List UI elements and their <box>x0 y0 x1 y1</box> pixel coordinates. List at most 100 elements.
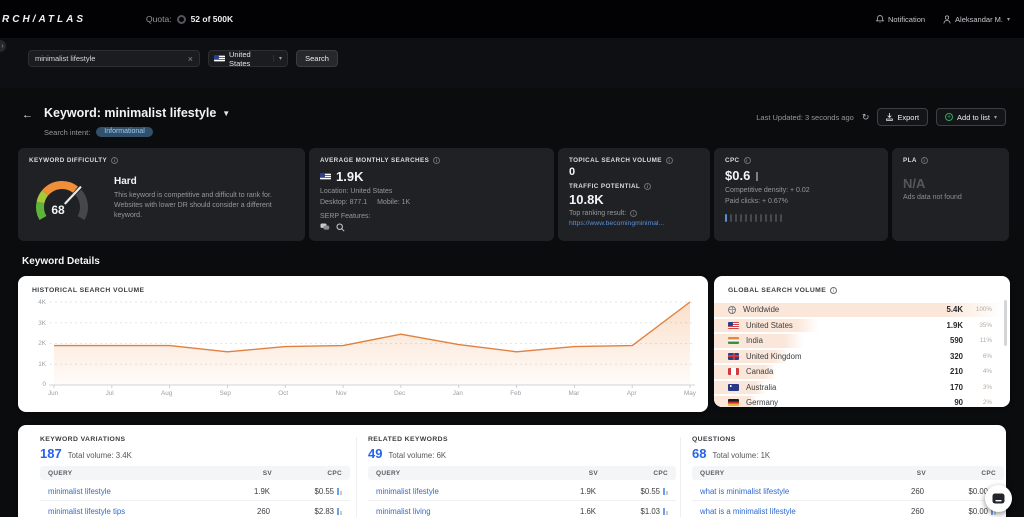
info-icon[interactable]: i <box>433 157 440 164</box>
table-row[interactable]: minimalist living 1.6K $1.03 <box>368 502 676 517</box>
country-row-germany[interactable]: Germany 90 2% <box>714 395 1002 407</box>
info-icon[interactable]: i <box>630 210 637 217</box>
searches-location: Location: United States <box>320 188 543 195</box>
sv-value: 1.9K <box>526 487 596 496</box>
col-cpc: CPC <box>272 470 342 477</box>
add-to-list-button[interactable]: + Add to list ▾ <box>936 108 1006 126</box>
sv-value: 260 <box>854 487 924 496</box>
sv-value: 1.6K <box>526 507 596 516</box>
table-row[interactable]: minimalist lifestyle 1.9K $0.55 <box>368 482 676 501</box>
table-row[interactable]: minimalist lifestyle tips 260 $2.83 <box>40 502 350 517</box>
section-total: Total volume: 6K <box>388 451 446 460</box>
competitive-density: Competitive density: + 0.02 <box>725 187 877 194</box>
info-icon[interactable]: i <box>744 157 751 164</box>
notification-label: Notification <box>888 15 925 24</box>
country-row-canada[interactable]: Canada 210 4% <box>714 364 1002 380</box>
keyword-difficulty-card: KEYWORD DIFFICULTYi 68 Hard This keyword… <box>18 148 305 241</box>
chat-bubbles-icon[interactable] <box>320 223 330 231</box>
cpc-bar-icon <box>663 508 668 515</box>
clear-search-icon[interactable]: × <box>188 54 193 64</box>
cpc-marker-bar <box>756 172 758 181</box>
export-button[interactable]: Export <box>877 108 928 126</box>
table-row[interactable]: what is a minimalist lifestyle 260 $0.00 <box>692 502 1004 517</box>
search-input[interactable]: minimalist lifestyle × <box>28 50 200 67</box>
global-volume-title: GLOBAL SEARCH VOLUME <box>728 287 826 294</box>
info-icon[interactable]: i <box>921 157 928 164</box>
section-count: 68 <box>692 446 706 461</box>
section-count: 49 <box>368 446 382 461</box>
country-name: Germany <box>746 398 947 407</box>
query-link[interactable]: what is a minimalist lifestyle <box>700 507 796 516</box>
country-name: Worldwide <box>743 305 940 314</box>
country-percent: 100% <box>970 306 992 313</box>
search-query-text: minimalist lifestyle <box>35 54 95 63</box>
country-name: Australia <box>746 383 943 392</box>
col-cpc: CPC <box>598 470 668 477</box>
topical-title: TOPICAL SEARCH VOLUME <box>569 157 662 164</box>
country-row-india[interactable]: India 590 11% <box>714 333 1002 349</box>
col-cpc: CPC <box>926 470 996 477</box>
info-icon[interactable]: i <box>666 157 673 164</box>
difficulty-description: This keyword is competitive and difficul… <box>114 191 286 220</box>
cpc-distribution-bars <box>725 214 877 222</box>
table-row[interactable]: minimalist lifestyle 1.9K $0.55 <box>40 482 350 501</box>
top-bar: RCH/ATLAS Quota: 52 of 500K Notification… <box>0 0 1024 38</box>
serp-features-label: SERP Features: <box>320 213 543 220</box>
scrollbar[interactable] <box>1004 300 1007 346</box>
y-tick: 3K <box>26 320 46 327</box>
desktop-split: Desktop: 877.1 <box>320 199 367 206</box>
country-list: Worldwide 5.4K 100% United States 1.9K 3… <box>714 302 1002 407</box>
pla-note: Ads data not found <box>903 194 998 201</box>
country-row-worldwide[interactable]: Worldwide 5.4K 100% <box>714 302 1002 318</box>
country-select[interactable]: United States ▾ <box>208 50 288 67</box>
canada-flag-icon <box>728 368 739 375</box>
cpc-bar-icon <box>663 488 668 495</box>
search-feature-icon[interactable] <box>336 223 345 232</box>
cpc-value: $1.03 <box>640 507 660 516</box>
sidebar-collapse-handle[interactable]: › <box>0 40 6 52</box>
chevron-down-icon: ▾ <box>994 114 997 121</box>
user-name: Aleksandar M. <box>955 15 1003 24</box>
info-icon[interactable]: i <box>644 183 651 190</box>
app-logo[interactable]: RCH/ATLAS <box>2 14 86 25</box>
us-flag-icon <box>320 173 331 180</box>
refresh-icon[interactable]: ↻ <box>862 112 870 123</box>
global-volume-card: GLOBAL SEARCH VOLUME i Worldwide 5.4K 100… <box>714 276 1010 407</box>
keyword-title[interactable]: Keyword: minimalist lifestyle ▼ <box>44 106 230 120</box>
historical-chart-svg <box>48 298 696 394</box>
info-icon[interactable]: i <box>830 287 837 294</box>
query-link[interactable]: minimalist lifestyle <box>376 487 439 496</box>
back-arrow-icon[interactable]: ← <box>22 109 33 121</box>
info-icon[interactable]: i <box>111 157 118 164</box>
table-row[interactable]: what is minimalist lifestyle 260 $0.00 <box>692 482 1004 501</box>
section-count: 187 <box>40 446 62 461</box>
query-link[interactable]: minimalist living <box>376 507 431 516</box>
query-link[interactable]: minimalist lifestyle <box>48 487 111 496</box>
x-axis-labels: Jun Jul Aug Sep Oct Nov Dec Jan Feb Mar … <box>48 390 696 397</box>
user-menu[interactable]: Aleksandar M. ▾ <box>943 15 1010 24</box>
top-ranking-link[interactable]: https://www.becomingminimal... <box>569 220 699 227</box>
sv-value: 260 <box>200 507 270 516</box>
top-ranking-label: Top ranking result: <box>569 210 626 217</box>
country-row-australia[interactable]: Australia 170 3% <box>714 380 1002 396</box>
country-row-us[interactable]: United States 1.9K 35% <box>714 318 1002 334</box>
query-link[interactable]: what is minimalist lifestyle <box>700 487 789 496</box>
keyword-variations-section: KEYWORD VARIATIONS 187 Total volume: 3.4… <box>40 425 350 517</box>
export-label: Export <box>897 113 919 122</box>
country-percent: 2% <box>970 399 992 406</box>
bell-icon <box>876 15 884 24</box>
query-link[interactable]: minimalist lifestyle tips <box>48 507 125 516</box>
notification-button[interactable]: Notification <box>876 15 925 24</box>
month-label: Apr <box>627 390 637 397</box>
australia-flag-icon <box>728 384 739 391</box>
country-percent: 4% <box>970 368 992 375</box>
us-flag-icon <box>214 55 225 62</box>
country-row-uk[interactable]: United Kingdom 320 6% <box>714 349 1002 365</box>
avg-monthly-searches-card: AVERAGE MONTHLY SEARCHESi 1.9K Location:… <box>309 148 554 241</box>
chat-launcher-button[interactable] <box>985 485 1012 512</box>
divider <box>356 437 357 517</box>
table-header: QUERY SV CPC <box>692 466 1004 480</box>
related-keywords-section: RELATED KEYWORDS 49 Total volume: 6K QUE… <box>368 425 676 517</box>
search-button[interactable]: Search <box>296 50 338 67</box>
month-label: May <box>684 390 696 397</box>
